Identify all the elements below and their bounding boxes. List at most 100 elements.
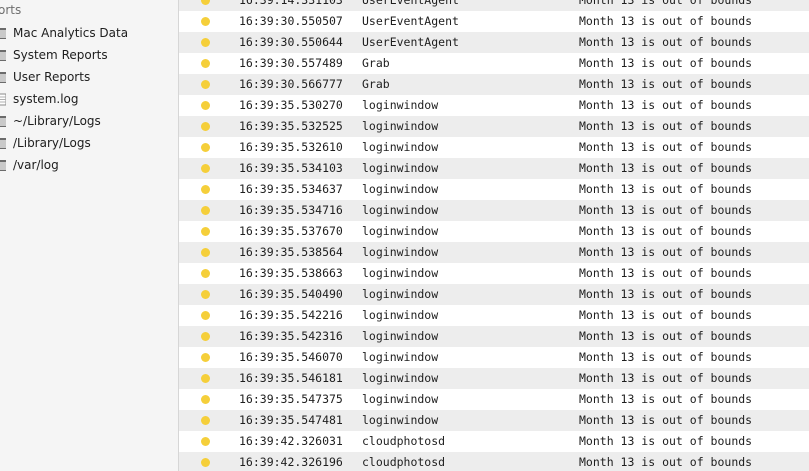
status-dot-icon bbox=[201, 38, 210, 47]
table-row[interactable]: 16:39:35.534637 loginwindow Month 13 is ou… bbox=[179, 179, 809, 200]
log-message: Month 13 is out of bounds bbox=[579, 98, 753, 112]
log-time: 16:39:35.530270 bbox=[239, 98, 343, 112]
log-time: 16:39:35.534716 bbox=[239, 203, 343, 217]
log-process: Grab bbox=[362, 56, 390, 70]
log-time: 16:39:35.542316 bbox=[239, 329, 343, 343]
log-message: Month 13 is out of bounds bbox=[579, 77, 753, 91]
log-process: loginwindow bbox=[362, 287, 439, 301]
log-process: loginwindow bbox=[362, 308, 439, 322]
sidebar-item-system-log[interactable]: system.log bbox=[0, 88, 178, 110]
log-message: Month 13 is out of bounds bbox=[579, 455, 753, 469]
sidebar-item-system-reports[interactable]: System Reports bbox=[0, 44, 178, 66]
log-message: Month 13 is out of bounds bbox=[579, 119, 753, 133]
table-row[interactable]: 16:39:35.532525 loginwindow Month 13 is ou… bbox=[179, 116, 809, 137]
log-time: 16:39:42.326031 bbox=[239, 434, 343, 448]
log-message: Month 13 is out of bounds bbox=[579, 140, 753, 154]
status-dot-icon bbox=[201, 353, 210, 362]
log-process: loginwindow bbox=[362, 266, 439, 280]
status-dot-icon bbox=[201, 269, 210, 278]
table-row[interactable]: 16:39:42.326196 cloudphotosd Month 13 is o… bbox=[179, 452, 809, 471]
log-message: Month 13 is out of bounds bbox=[579, 35, 753, 49]
folder-icon bbox=[0, 49, 6, 62]
log-time: 16:39:35.534637 bbox=[239, 182, 343, 196]
status-dot-icon bbox=[201, 311, 210, 320]
table-row[interactable]: 16:39:30.550644 UserEventAgent Month 13 is… bbox=[179, 32, 809, 53]
log-process: loginwindow bbox=[362, 98, 439, 112]
log-process: loginwindow bbox=[362, 224, 439, 238]
log-process: loginwindow bbox=[362, 413, 439, 427]
sidebar-section-header-reports: orts bbox=[0, 3, 22, 17]
table-row[interactable]: 16:39:14.331103 UserEventAgent Month 13 is… bbox=[179, 0, 809, 11]
log-process: cloudphotosd bbox=[362, 455, 446, 469]
sidebar-item-label: User Reports bbox=[13, 70, 91, 84]
log-process: loginwindow bbox=[362, 245, 439, 259]
sidebar-item-library-logs[interactable]: /Library/Logs bbox=[0, 132, 178, 154]
table-row[interactable]: 16:39:35.538663 loginwindow Month 13 is ou… bbox=[179, 263, 809, 284]
log-process: loginwindow bbox=[362, 371, 439, 385]
sidebar-item-label: ~/Library/Logs bbox=[13, 114, 101, 128]
table-row[interactable]: 16:39:35.546070 loginwindow Month 13 is ou… bbox=[179, 347, 809, 368]
table-row[interactable]: 16:39:35.532610 loginwindow Month 13 is ou… bbox=[179, 137, 809, 158]
table-row[interactable]: 16:39:35.542216 loginwindow Month 13 is ou… bbox=[179, 305, 809, 326]
log-process: loginwindow bbox=[362, 203, 439, 217]
log-message: Month 13 is out of bounds bbox=[579, 413, 753, 427]
status-dot-icon bbox=[201, 227, 210, 236]
log-message: Month 13 is out of bounds bbox=[579, 14, 753, 28]
status-dot-icon bbox=[201, 416, 210, 425]
table-row[interactable]: 16:39:35.530270 loginwindow Month 13 is ou… bbox=[179, 95, 809, 116]
status-dot-icon bbox=[201, 374, 210, 383]
log-time: 16:39:35.532610 bbox=[239, 140, 343, 154]
table-row[interactable]: 16:39:35.538564 loginwindow Month 13 is ou… bbox=[179, 242, 809, 263]
table-row[interactable]: 16:39:30.557489 Grab Month 13 is out of bo… bbox=[179, 53, 809, 74]
sidebar-list: Mac Analytics Data System Reports User R… bbox=[0, 22, 178, 176]
log-process: loginwindow bbox=[362, 350, 439, 364]
log-message: Month 13 is out of bounds bbox=[579, 182, 753, 196]
log-message-table[interactable]: 16:39:14.331103 UserEventAgent Month 13 is… bbox=[179, 0, 809, 471]
table-row[interactable]: 16:39:35.547481 loginwindow Month 13 is ou… bbox=[179, 410, 809, 431]
sidebar-item-label: System Reports bbox=[13, 48, 108, 62]
log-time: 16:39:35.546070 bbox=[239, 350, 343, 364]
status-dot-icon bbox=[201, 185, 210, 194]
table-row[interactable]: 16:39:35.534716 loginwindow Month 13 is ou… bbox=[179, 200, 809, 221]
folder-icon bbox=[0, 115, 6, 128]
table-row[interactable]: 16:39:35.540490 loginwindow Month 13 is ou… bbox=[179, 284, 809, 305]
log-message: Month 13 is out of bounds bbox=[579, 287, 753, 301]
log-process: UserEventAgent bbox=[362, 35, 459, 49]
log-time: 16:39:35.538663 bbox=[239, 266, 343, 280]
log-message: Month 13 is out of bounds bbox=[579, 266, 753, 280]
sidebar-item-user-reports[interactable]: User Reports bbox=[0, 66, 178, 88]
log-process: loginwindow bbox=[362, 140, 439, 154]
log-message: Month 13 is out of bounds bbox=[579, 434, 753, 448]
status-dot-icon bbox=[201, 122, 210, 131]
sidebar-item-label: Mac Analytics Data bbox=[13, 26, 129, 40]
table-row[interactable]: 16:39:30.566777 Grab Month 13 is out of bo… bbox=[179, 74, 809, 95]
log-message: Month 13 is out of bounds bbox=[579, 329, 753, 343]
log-process: cloudphotosd bbox=[362, 434, 446, 448]
log-time: 16:39:35.542216 bbox=[239, 308, 343, 322]
log-process: loginwindow bbox=[362, 182, 439, 196]
log-process: loginwindow bbox=[362, 329, 439, 343]
status-dot-icon bbox=[201, 437, 210, 446]
sidebar-item-user-library-logs[interactable]: ~/Library/Logs bbox=[0, 110, 178, 132]
log-time: 16:39:35.537670 bbox=[239, 224, 343, 238]
table-row[interactable]: 16:39:42.326031 cloudphotosd Month 13 is o… bbox=[179, 431, 809, 452]
log-time: 16:39:30.557489 bbox=[239, 56, 343, 70]
sidebar-item-var-log[interactable]: /var/log bbox=[0, 154, 178, 176]
table-row[interactable]: 16:39:35.546181 loginwindow Month 13 is ou… bbox=[179, 368, 809, 389]
status-dot-icon bbox=[201, 143, 210, 152]
folder-icon bbox=[0, 137, 6, 150]
sidebar: orts Mac Analytics Data System Reports U… bbox=[0, 0, 179, 471]
table-row[interactable]: 16:39:30.550507 UserEventAgent Month 13 is… bbox=[179, 11, 809, 32]
status-dot-icon bbox=[201, 458, 210, 467]
log-process: UserEventAgent bbox=[362, 14, 459, 28]
folder-icon bbox=[0, 71, 6, 84]
sidebar-item-mac-analytics-data[interactable]: Mac Analytics Data bbox=[0, 22, 178, 44]
log-message: Month 13 is out of bounds bbox=[579, 0, 753, 7]
table-row[interactable]: 16:39:35.534103 loginwindow Month 13 is ou… bbox=[179, 158, 809, 179]
log-rows: 16:39:14.331103 UserEventAgent Month 13 is… bbox=[179, 0, 809, 471]
status-dot-icon bbox=[201, 59, 210, 68]
table-row[interactable]: 16:39:35.542316 loginwindow Month 13 is ou… bbox=[179, 326, 809, 347]
table-row[interactable]: 16:39:35.537670 loginwindow Month 13 is ou… bbox=[179, 221, 809, 242]
table-row[interactable]: 16:39:35.547375 loginwindow Month 13 is ou… bbox=[179, 389, 809, 410]
log-message: Month 13 is out of bounds bbox=[579, 56, 753, 70]
